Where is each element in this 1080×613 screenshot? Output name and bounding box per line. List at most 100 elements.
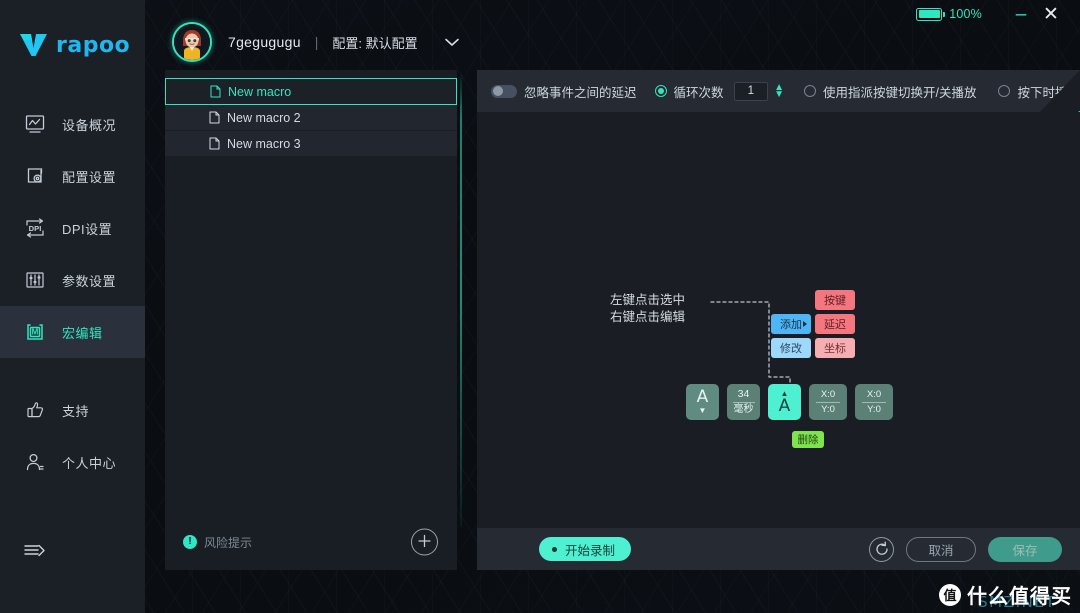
loop-count-input[interactable]: 1	[733, 81, 769, 101]
chevron-right-icon	[803, 321, 807, 327]
macro-editor-icon: M	[22, 319, 48, 345]
loop-count-option[interactable]: 循环次数	[654, 82, 724, 101]
toggle-playback-option[interactable]: 使用指派按键切换开/关播放	[804, 82, 976, 101]
sidebar-item-label: 支持	[62, 403, 90, 419]
list-item[interactable]: New macro 2	[165, 105, 457, 130]
sidebar-item-support[interactable]: 支持	[0, 384, 145, 436]
username-label: 7gegugugu	[228, 34, 301, 50]
macro-name: New macro	[228, 84, 292, 99]
app-window: 100% – ✕ rapoo 设备概况 配置设置 DPI DPI设置 参数设置 …	[0, 0, 1080, 613]
add-macro-icon[interactable]	[411, 528, 438, 556]
watermark-text: 什么值得买	[967, 586, 1072, 608]
sidebar: rapoo 设备概况 配置设置 DPI DPI设置 参数设置 M 宏编辑 支持 …	[0, 0, 145, 613]
toggle-playback-radio[interactable]	[804, 85, 816, 97]
svg-text:DPI: DPI	[29, 224, 42, 233]
titlebar: 100% – ✕	[145, 0, 1080, 28]
delete-event-button[interactable]: 删除	[792, 431, 824, 448]
context-menu-item-modify[interactable]: 修改	[771, 338, 811, 358]
macro-event-coordinate[interactable]: X:0 Y:0	[809, 384, 847, 420]
loop-count-stepper[interactable]: ▲ ▼	[774, 82, 784, 99]
header-separator: |	[314, 34, 319, 50]
thumbs-up-icon	[22, 397, 48, 423]
document-icon	[209, 111, 220, 124]
warning-icon: !	[183, 535, 197, 549]
stepper-down-icon[interactable]: ▼	[774, 89, 784, 99]
panel-divider	[460, 72, 462, 527]
macro-event-key-down[interactable]: ▲ A	[768, 384, 801, 420]
macro-event-key-up[interactable]: A ▼	[686, 384, 719, 420]
battery-indicator: 100%	[916, 7, 982, 21]
submenu-item-key[interactable]: 按键	[815, 290, 855, 310]
press-play-label: 按下时播放	[1017, 85, 1080, 100]
submenu-item-coordinate[interactable]: 坐标	[815, 338, 855, 358]
minimize-button[interactable]: –	[1006, 0, 1036, 28]
ignore-delay-toggle[interactable]	[491, 84, 517, 98]
canvas-hint: 左键点击选中 右键点击编辑	[610, 292, 685, 326]
dpi-settings-icon: DPI	[22, 215, 48, 241]
sidebar-item-config-settings[interactable]: 配置设置	[0, 150, 145, 202]
macro-canvas[interactable]: 左键点击选中 右键点击编辑 添加 修改 按键 延迟 坐标 A ▼ 34 毫秒 ▲…	[477, 112, 1080, 570]
risk-notice[interactable]: ! 风险提示	[183, 534, 252, 551]
record-dot-icon	[552, 546, 557, 552]
context-menu-item-add[interactable]: 添加	[771, 314, 811, 334]
collapse-menu-icon[interactable]	[22, 539, 50, 563]
sidebar-item-label: 个人中心	[62, 455, 117, 471]
rapoo-v-logo	[18, 32, 48, 58]
sidebar-nav: 设备概况 配置设置 DPI DPI设置 参数设置 M 宏编辑 支持 个人中心	[0, 98, 145, 488]
watermark-badge: 值	[939, 583, 961, 606]
macro-name: New macro 3	[227, 136, 301, 151]
sidebar-item-macro-editor[interactable]: M 宏编辑	[0, 306, 145, 358]
chevron-down-icon[interactable]	[444, 36, 460, 49]
start-record-button[interactable]: 开始录制	[539, 537, 632, 561]
refresh-icon[interactable]	[869, 536, 894, 562]
macro-event-track: A ▼ 34 毫秒 ▲ A X:0 Y:0 X:0 Y:0	[686, 384, 893, 420]
sidebar-item-label: 参数设置	[62, 273, 117, 289]
sidebar-item-label: DPI设置	[62, 221, 113, 237]
parameter-settings-icon	[22, 267, 48, 293]
event-sub-label: Y:0	[821, 403, 835, 415]
header: 7gegugugu | 配置: 默认配置	[172, 22, 460, 62]
macro-event-delay[interactable]: 34 毫秒	[727, 384, 760, 420]
editor-actions: 取消 保存	[869, 536, 1080, 562]
risk-label: 风险提示	[204, 535, 253, 550]
event-main-label: X:0	[820, 389, 836, 400]
ignore-delay-label: 忽略事件之间的延迟	[524, 85, 637, 100]
loop-count-radio[interactable]	[654, 85, 667, 97]
sidebar-item-label: 宏编辑	[62, 325, 103, 341]
user-profile-icon	[22, 449, 48, 475]
macro-options-toolbar: 忽略事件之间的延迟 循环次数 1 ▲ ▼ 使用指派按键切换开/关播放 按下时播放	[477, 70, 1080, 112]
event-main-label: A	[696, 387, 709, 407]
event-sub-label: ▼	[698, 406, 707, 415]
start-record-label: 开始录制	[565, 543, 616, 558]
press-play-radio[interactable]	[998, 85, 1011, 97]
editor-bottom-bar: 开始录制 取消 保存	[477, 528, 1080, 570]
submenu-item-delay[interactable]: 延迟	[815, 314, 855, 334]
device-overview-icon	[22, 111, 48, 137]
brand-logo: rapoo	[0, 0, 145, 58]
sidebar-item-user-center[interactable]: 个人中心	[0, 436, 145, 488]
event-main-label: 34	[737, 388, 750, 401]
sidebar-item-device-overview[interactable]: 设备概况	[0, 98, 145, 150]
ignore-delay-option[interactable]: 忽略事件之间的延迟	[491, 82, 637, 101]
context-submenu: 按键 延迟 坐标	[815, 290, 855, 362]
sidebar-item-parameter-settings[interactable]: 参数设置	[0, 254, 145, 306]
save-button[interactable]: 保存	[988, 536, 1062, 562]
svg-text:M: M	[32, 328, 39, 337]
macro-list: New macro New macro 2 New macro 3	[165, 70, 457, 156]
cancel-button[interactable]: 取消	[906, 536, 976, 562]
macro-name: New macro 2	[227, 110, 301, 125]
sidebar-item-dpi-settings[interactable]: DPI DPI设置	[0, 202, 145, 254]
context-menu-label: 修改	[780, 343, 802, 355]
macro-event-coordinate[interactable]: X:0 Y:0	[855, 384, 893, 420]
config-settings-icon	[22, 163, 48, 189]
loop-count-label: 循环次数	[673, 85, 724, 100]
press-play-option[interactable]: 按下时播放	[998, 82, 1080, 101]
event-sub-label: Y:0	[867, 403, 881, 415]
avatar[interactable]	[172, 22, 212, 62]
hint-line-1: 左键点击选中	[610, 293, 686, 307]
list-item[interactable]: New macro	[165, 78, 457, 105]
close-button[interactable]: ✕	[1036, 0, 1066, 28]
list-item[interactable]: New macro 3	[165, 131, 457, 156]
sidebar-item-label: 设备概况	[62, 117, 117, 133]
battery-full-icon	[916, 7, 946, 21]
